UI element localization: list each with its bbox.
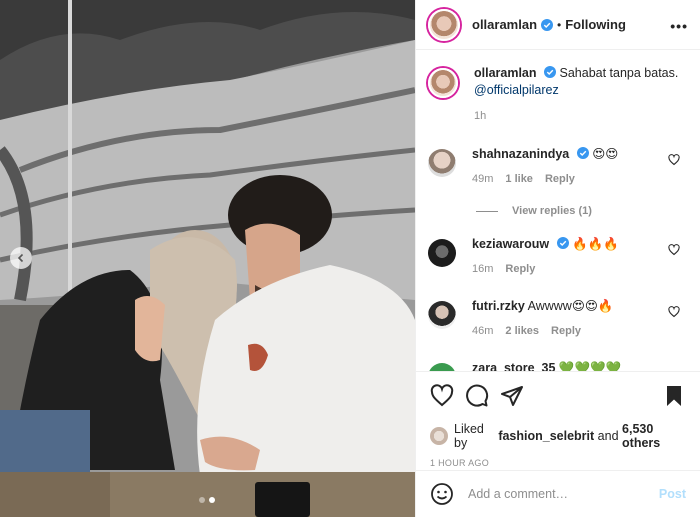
comment-username[interactable]: keziawarouw (472, 237, 549, 251)
verified-badge-icon (541, 18, 554, 31)
commenter-avatar[interactable] (428, 301, 456, 329)
verified-badge-icon (576, 147, 589, 159)
bookmark-icon[interactable] (662, 384, 686, 408)
comment-item: futri.rzky Awwww😍😍🔥 46m 2 likes Reply (428, 298, 688, 340)
comment-text: 🔥🔥🔥 (572, 237, 619, 251)
like-comment-heart-icon[interactable] (668, 154, 680, 166)
comment-likes[interactable]: 1 like (505, 171, 533, 188)
liked-by: Liked by fashion_selebrit and 6,530 othe… (416, 422, 700, 450)
carousel-dot (199, 497, 205, 503)
liked-by-user[interactable]: fashion_selebrit (498, 429, 594, 443)
comment-item: zara_store_35 💚💚💚💚 (428, 360, 688, 371)
caption: ollaramlan Sahabat tanpa batas. @officia… (428, 65, 688, 125)
comment-input[interactable] (468, 487, 659, 501)
caption-text: Sahabat tanpa batas. (559, 66, 679, 80)
comment-username[interactable]: shahnazanindya (472, 147, 569, 161)
comment-username[interactable]: futri.rzky (472, 299, 525, 313)
caption-avatar[interactable] (428, 68, 458, 98)
comment-item: shahnazanindya 😍😍 49m 1 like Reply (428, 146, 688, 188)
caption-username[interactable]: ollaramlan (474, 66, 537, 80)
liked-by-prefix: Liked by (454, 422, 484, 450)
carousel-previous-button[interactable] (10, 247, 32, 269)
add-comment-bar: Post (416, 470, 700, 517)
header-separator: • (557, 17, 562, 32)
author-username[interactable]: ollaramlan (472, 17, 537, 32)
like-comment-heart-icon[interactable] (668, 306, 680, 318)
post-comment-button[interactable]: Post (659, 487, 686, 501)
comment-reply-button[interactable]: Reply (505, 261, 535, 278)
liked-by-count[interactable]: 6,530 others (622, 422, 686, 450)
post-header: ollaramlan • Following ••• (416, 0, 700, 50)
comment-likes[interactable]: 2 likes (505, 323, 539, 340)
comment-text: 😍😍 (592, 147, 619, 161)
post-photo[interactable] (0, 0, 415, 517)
verified-badge-icon (544, 66, 557, 78)
commenter-avatar[interactable] (428, 239, 456, 267)
comment-reply-button[interactable]: Reply (545, 171, 575, 188)
carousel-dot-active (209, 497, 215, 503)
share-direct-icon[interactable] (500, 384, 524, 408)
commenter-avatar[interactable] (428, 363, 456, 371)
comment-text: 💚💚💚💚 (558, 361, 622, 371)
chevron-left-icon (17, 253, 24, 263)
comment-item: keziawarouw 🔥🔥🔥 16m Reply (428, 236, 688, 278)
liked-by-and: and (597, 429, 619, 443)
comments-section[interactable]: ollaramlan Sahabat tanpa batas. @officia… (416, 51, 700, 371)
caption-mention[interactable]: @officialpilarez (474, 83, 559, 97)
carousel-indicator (199, 497, 215, 503)
photo-scene (0, 0, 415, 517)
more-options-icon[interactable]: ••• (670, 18, 688, 34)
following-button[interactable]: Following (565, 17, 626, 32)
comment-bubble-icon[interactable] (465, 384, 489, 408)
emoji-icon[interactable] (430, 482, 454, 506)
view-replies-button[interactable]: View replies (1) (476, 205, 592, 217)
caption-time: 1h (474, 110, 487, 122)
comment-time: 16m (472, 263, 494, 275)
comment-username[interactable]: zara_store_35 (472, 361, 555, 371)
comment-text: Awwww😍😍🔥 (527, 299, 614, 313)
like-comment-heart-icon[interactable] (668, 244, 680, 256)
commenter-avatar[interactable] (428, 149, 456, 177)
post-side-panel: ollaramlan • Following ••• ollaramlan Sa… (415, 0, 700, 517)
liker-avatar[interactable] (430, 427, 448, 445)
verified-badge-icon (556, 237, 569, 249)
comment-reply-button[interactable]: Reply (551, 323, 581, 340)
like-heart-icon[interactable] (430, 384, 454, 408)
comment-time: 46m (472, 325, 494, 337)
comment-time: 49m (472, 173, 494, 185)
post-timestamp[interactable]: 1 HOUR AGO (416, 458, 700, 468)
author-avatar[interactable] (428, 8, 460, 41)
